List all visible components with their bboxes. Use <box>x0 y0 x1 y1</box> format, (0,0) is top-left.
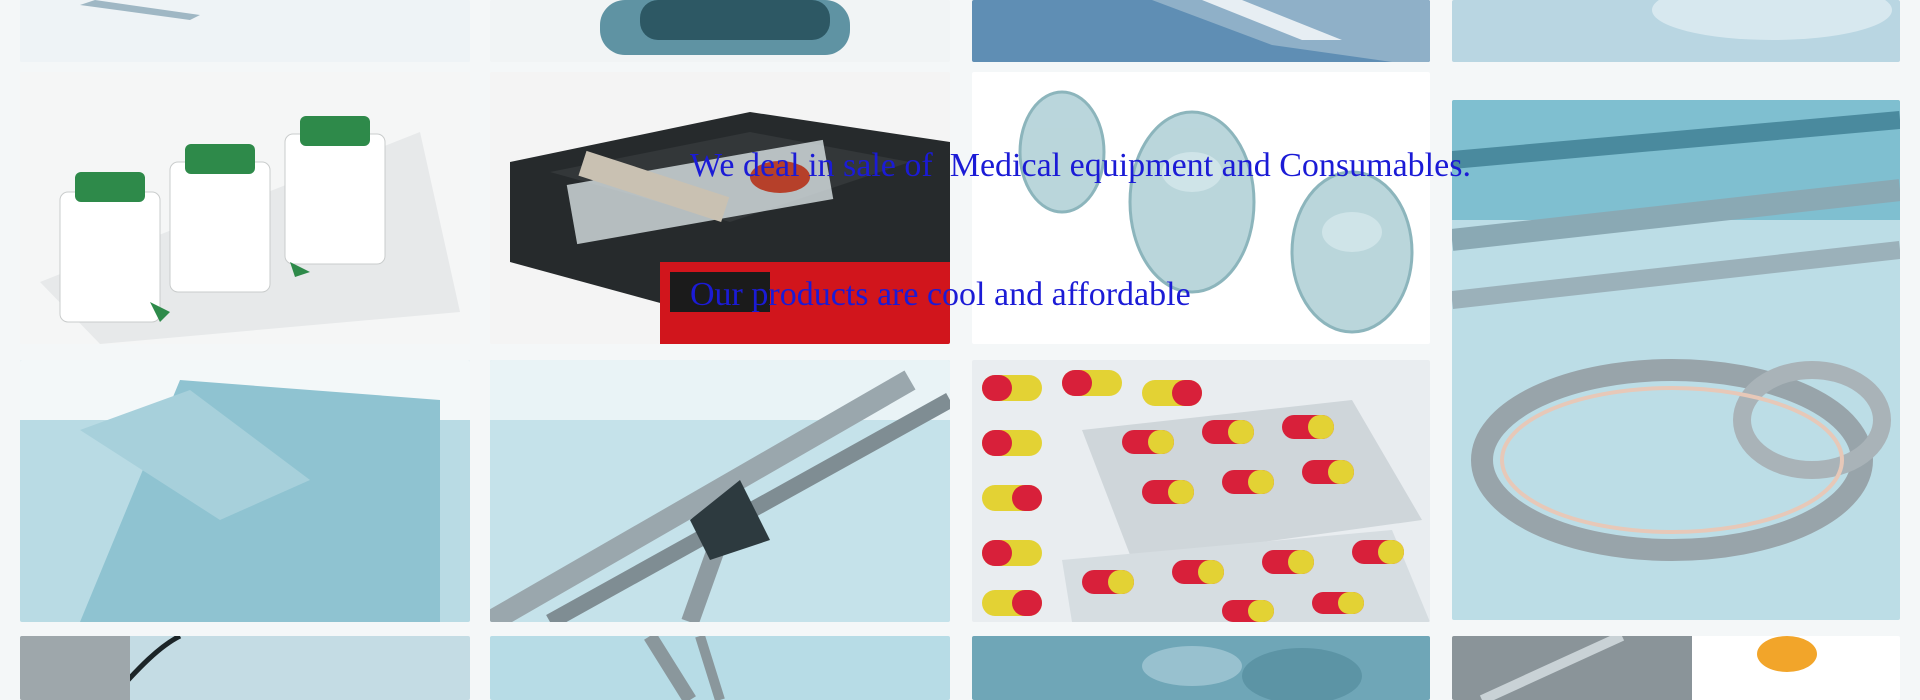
top-strip-tile-1 <box>20 0 470 62</box>
bottom-strip-tile-2 <box>490 636 950 700</box>
bottom-strip-tile-4 <box>1452 636 1900 700</box>
bottom-strip-tile-1 <box>20 636 470 700</box>
top-strip-tile-2 <box>490 0 950 62</box>
bottom-strip-tile-3 <box>972 636 1430 700</box>
hero-banner: We deal in sale of Medical equipment and… <box>0 0 1920 700</box>
top-strip-tile-3 <box>972 0 1430 62</box>
top-strip-tile-4 <box>1452 0 1900 62</box>
hero-caption: We deal in sale of Medical equipment and… <box>690 58 1471 402</box>
hero-caption-line-2: Our products are cool and affordable <box>690 276 1191 313</box>
tile-blue-drape <box>20 360 470 622</box>
tile-vials <box>20 72 470 344</box>
hero-caption-line-1: We deal in sale of Medical equipment and… <box>690 147 1471 184</box>
tile-scissors <box>1452 100 1900 620</box>
